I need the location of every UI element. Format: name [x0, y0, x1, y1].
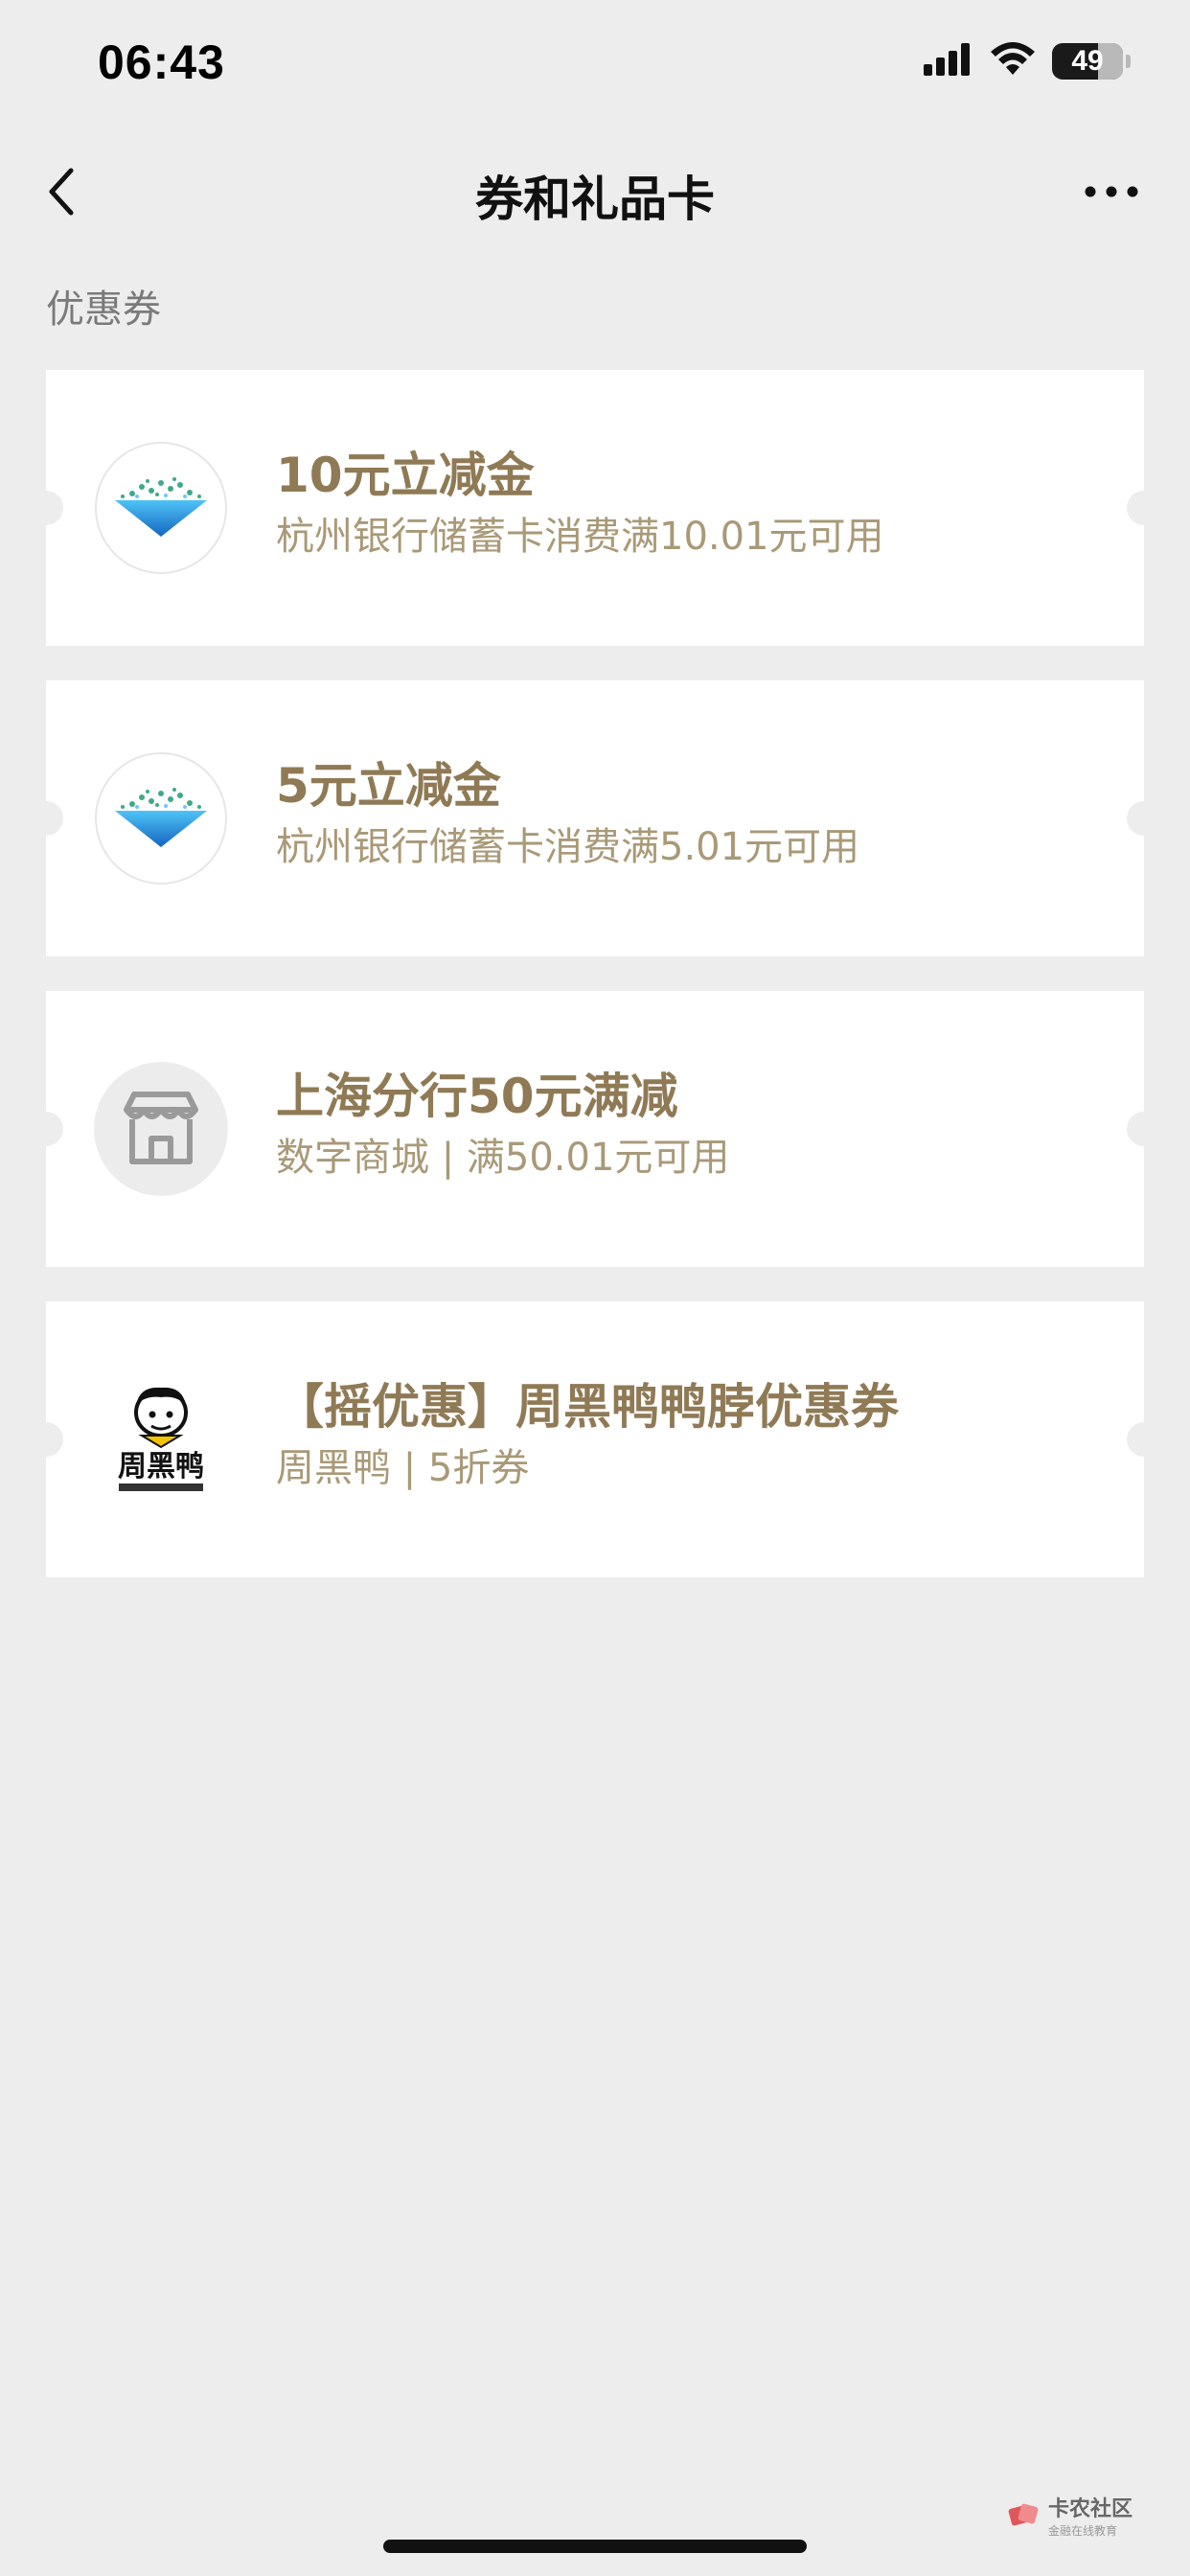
more-button[interactable] [1081, 172, 1142, 211]
wifi-icon [989, 42, 1037, 80]
coupon-card[interactable]: 周黑鸭 【摇优惠】周黑鸭鸭脖优惠券 周黑鸭 | 5折券 [29, 1301, 1161, 1577]
bank-logo-icon [94, 441, 228, 575]
coupon-title: 10元立减金 [276, 448, 535, 503]
battery-icon: 49 [1052, 43, 1123, 80]
bank-logo-icon [94, 751, 228, 886]
battery-level: 49 [1071, 45, 1104, 77]
coupon-title: 5元立减金 [276, 758, 501, 814]
signal-icon [924, 43, 973, 80]
home-indicator[interactable] [383, 2540, 807, 2553]
status-bar: 06:43 49 [0, 0, 1190, 125]
logo-text: 周黑鸭 [118, 1450, 204, 1484]
coupon-subtitle: 杭州银行储蓄卡消费满10.01元可用 [276, 515, 884, 559]
watermark: 卡农社区 金融在线教育 [1008, 2492, 1133, 2539]
nav-bar: 券和礼品卡 [0, 134, 1190, 249]
more-icon [1085, 186, 1138, 197]
zhouheiya-logo-icon: 周黑鸭 [94, 1372, 228, 1506]
page-title: 券和礼品卡 [475, 172, 715, 227]
coupon-card[interactable]: 10元立减金 杭州银行储蓄卡消费满10.01元可用 [29, 370, 1161, 646]
watermark-subtitle: 金融在线教育 [1047, 2524, 1117, 2538]
coupon-subtitle: 数字商城 | 满50.01元可用 [276, 1136, 730, 1180]
store-icon [94, 1062, 228, 1196]
coupon-subtitle: 周黑鸭 | 5折券 [276, 1446, 530, 1490]
watermark-logo-icon [1008, 2503, 1039, 2525]
coupon-title: 上海分行50元满减 [276, 1069, 678, 1124]
status-time: 06:43 [98, 35, 225, 89]
status-icons: 49 [924, 42, 1131, 80]
coupon-title: 【摇优惠】周黑鸭鸭脖优惠券 [276, 1379, 899, 1435]
section-label-coupons: 优惠券 [46, 288, 161, 332]
coupon-subtitle: 杭州银行储蓄卡消费满5.01元可用 [276, 825, 860, 869]
watermark-title: 卡农社区 [1047, 2497, 1133, 2521]
coupon-card[interactable]: 上海分行50元满减 数字商城 | 满50.01元可用 [29, 991, 1161, 1267]
coupon-card[interactable]: 5元立减金 杭州银行储蓄卡消费满5.01元可用 [29, 680, 1161, 956]
